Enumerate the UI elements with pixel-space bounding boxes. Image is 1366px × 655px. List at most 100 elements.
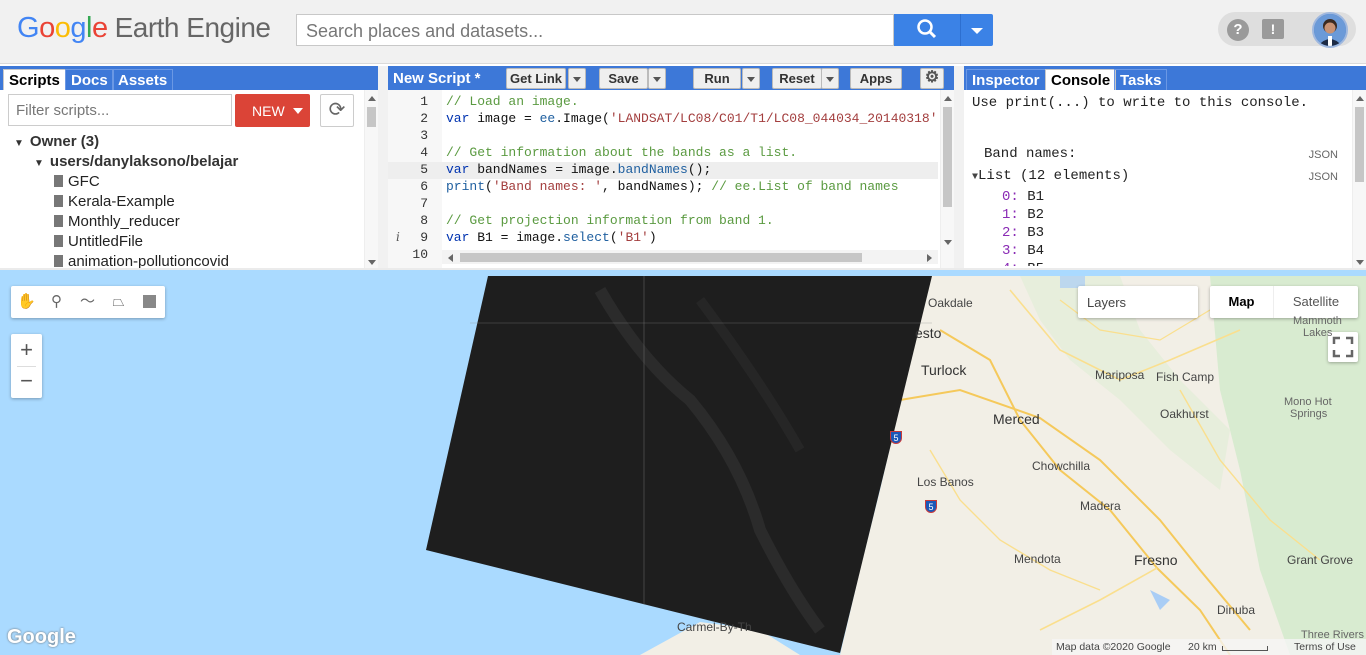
console-hint: Use print(...) to write to this console.	[972, 95, 1309, 111]
expand-icon: ▼	[34, 158, 44, 169]
zoom-in-button[interactable]: +	[11, 334, 42, 366]
zoom-control: + −	[11, 334, 42, 398]
code-line: // Load an image.	[446, 94, 579, 109]
editor-toolbar: New Script * Get Link Save Run Reset App…	[388, 66, 954, 90]
help-icon[interactable]: ?	[1227, 19, 1249, 41]
polygon-icon[interactable]: ⏢	[103, 286, 134, 318]
script-file[interactable]: Monthly_reducer	[54, 213, 180, 230]
scale-bar	[1222, 646, 1268, 651]
console-panel: Inspector Console Tasks Use print(...) t…	[964, 66, 1366, 269]
reset-button[interactable]: Reset	[772, 68, 822, 89]
settings-button[interactable]: ⚙	[920, 68, 944, 89]
run-dropdown[interactable]	[742, 68, 760, 89]
file-icon	[54, 255, 63, 267]
list-header[interactable]: ▼List (12 elements)	[972, 168, 1129, 184]
search-options-button[interactable]	[960, 14, 993, 46]
code-line: // Get projection information from band …	[446, 213, 774, 228]
search-button[interactable]	[894, 14, 960, 46]
drawing-tools: ✋ ⚲ 〜 ⏢	[11, 286, 165, 318]
tab-inspector[interactable]: Inspector	[966, 69, 1046, 90]
file-icon	[54, 175, 63, 187]
code-area[interactable]: // Load an image. var image = ee.Image('…	[388, 90, 938, 250]
tab-assets[interactable]: Assets	[112, 69, 174, 90]
place-label: Mammoth	[1293, 315, 1342, 327]
line-icon[interactable]: 〜	[72, 286, 103, 318]
tab-tasks[interactable]: Tasks	[1114, 69, 1168, 90]
code-line: var B1 = image.select('B1')	[446, 230, 657, 245]
left-splitter[interactable]	[378, 66, 388, 269]
script-title[interactable]: New Script *	[393, 70, 481, 87]
json-button[interactable]: JSON	[1309, 171, 1338, 183]
layers-button[interactable]: Layers	[1078, 286, 1198, 318]
place-label: esto	[915, 325, 942, 341]
place-label: Mono Hot	[1284, 396, 1332, 408]
hand-icon[interactable]: ✋	[11, 286, 42, 318]
scripts-panel: Scripts Docs Assets Filter scripts... NE…	[0, 66, 378, 269]
place-label: Dinuba	[1217, 603, 1256, 617]
refresh-icon: ⟳	[328, 99, 346, 121]
save-button[interactable]: Save	[599, 68, 648, 89]
owner-folder[interactable]: ▼ Owner (3)	[14, 133, 99, 150]
caret-down-icon	[292, 108, 303, 114]
feedback-icon[interactable]: !	[1262, 19, 1284, 39]
get-link-dropdown[interactable]	[568, 68, 586, 89]
scripts-scrollbar[interactable]	[364, 90, 378, 269]
run-button[interactable]: Run	[693, 68, 741, 89]
tab-scripts[interactable]: Scripts	[3, 69, 66, 90]
tab-console[interactable]: Console	[1045, 69, 1117, 90]
zoom-out-button[interactable]: −	[11, 366, 42, 398]
place-label: Carmel-By-Th	[677, 620, 752, 634]
google-logo: Google	[7, 626, 76, 648]
map-base	[426, 276, 1366, 655]
repo-folder[interactable]: ▼ users/danylaksono/belajar	[34, 153, 238, 170]
filter-scripts-input[interactable]: Filter scripts...	[8, 94, 232, 126]
right-splitter[interactable]	[954, 66, 964, 269]
code-editor-panel: New Script * Get Link Save Run Reset App…	[388, 66, 954, 269]
marker-icon[interactable]: ⚲	[41, 286, 72, 318]
search-input[interactable]: Search places and datasets...	[296, 14, 894, 46]
script-file[interactable]: GFC	[54, 173, 100, 190]
apps-button[interactable]: Apps	[850, 68, 902, 89]
code-line: print('Band names: ', bandNames); // ee.…	[446, 179, 899, 194]
get-link-button[interactable]: Get Link	[506, 68, 566, 89]
json-button[interactable]: JSON	[1309, 149, 1338, 161]
new-button-label: NEW	[252, 103, 285, 119]
reset-dropdown[interactable]	[821, 68, 839, 89]
list-item: 3: B4	[1002, 243, 1045, 259]
script-file[interactable]: Kerala-Example	[54, 193, 175, 210]
script-file[interactable]: UntitledFile	[54, 233, 143, 250]
script-file[interactable]: animation-pollutioncovid	[54, 253, 229, 268]
fullscreen-button[interactable]	[1328, 332, 1358, 362]
place-label: Oakdale	[928, 296, 973, 310]
list-item: 2: B3	[1002, 225, 1045, 241]
place-label: Lakes	[1303, 327, 1333, 339]
console-scrollbar[interactable]	[1352, 90, 1366, 269]
list-items: 0: B1 1: B2 2: B3 3: B4 4: B5	[964, 186, 1344, 266]
terms-link[interactable]: Terms of Use	[1294, 641, 1356, 653]
list-item: 0: B1	[1002, 189, 1045, 205]
gear-icon: ⚙	[924, 69, 940, 86]
map-type-satellite-button[interactable]: Satellite	[1273, 286, 1358, 318]
map-type-map-button[interactable]: Map	[1210, 286, 1273, 318]
earth-engine-logo[interactable]: Google Earth Engine	[17, 12, 271, 45]
avatar[interactable]	[1312, 12, 1348, 48]
right-tabbar: Inspector Console Tasks	[964, 66, 1366, 90]
editor-vertical-scrollbar[interactable]	[940, 90, 954, 269]
left-tabbar: Scripts Docs Assets	[0, 66, 378, 90]
expand-icon: ▼	[14, 138, 24, 149]
refresh-button[interactable]: ⟳	[320, 94, 354, 127]
tab-docs[interactable]: Docs	[65, 69, 114, 90]
rectangle-icon[interactable]	[134, 286, 165, 318]
map-attribution: Map data ©2020 Google 20 km Terms of Use	[1052, 639, 1366, 655]
save-dropdown[interactable]	[648, 68, 666, 89]
map-type-control: Map Satellite	[1210, 286, 1358, 318]
file-icon	[54, 235, 63, 247]
file-icon	[54, 195, 63, 207]
new-button[interactable]: NEW	[235, 94, 310, 127]
map-canvas[interactable]: ✋ ⚲ 〜 ⏢ + − Layers Map Satellite Oakdale…	[0, 270, 1366, 655]
place-label: Madera	[1080, 499, 1121, 513]
editor-horizontal-scrollbar[interactable]	[442, 250, 938, 264]
place-label: Los Banos	[917, 475, 974, 489]
place-label: Oakhurst	[1160, 407, 1209, 421]
route-shield-icon: 5	[890, 431, 902, 444]
